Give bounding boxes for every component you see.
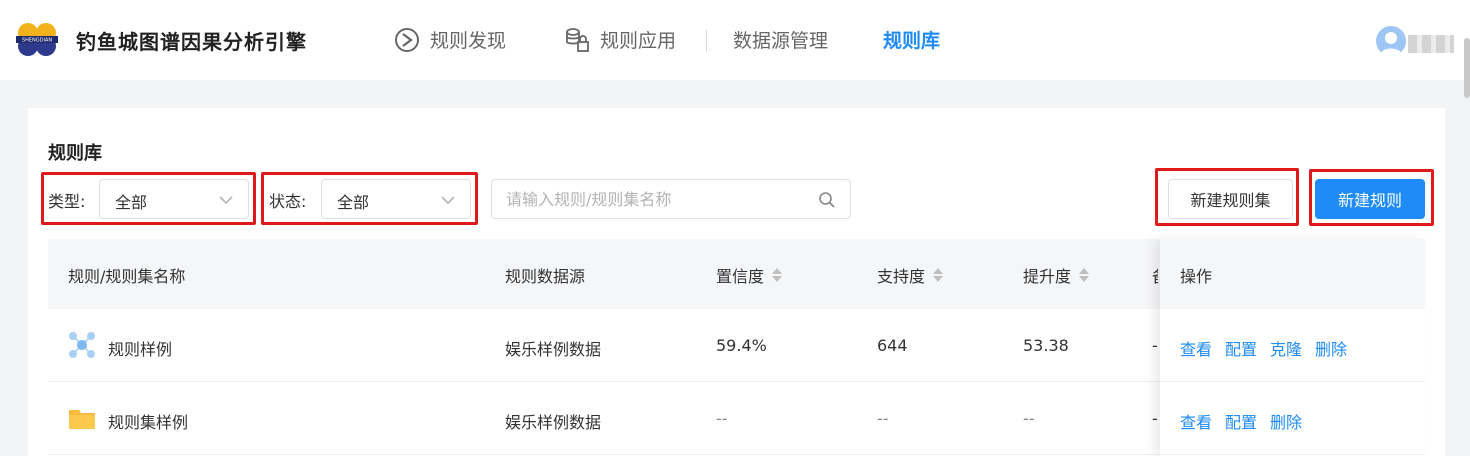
row-confidence: -- xyxy=(716,409,728,428)
rule-node-icon xyxy=(69,332,95,358)
nav-rule-discover[interactable]: 规则发现 xyxy=(394,26,506,53)
col-partial: 备 xyxy=(1152,263,1158,287)
col-lift[interactable]: 提升度 xyxy=(1023,263,1090,287)
nav-rule-library-label: 规则库 xyxy=(883,30,941,52)
type-select[interactable]: 全部 xyxy=(99,179,249,219)
nav-rule-discover-label: 规则发现 xyxy=(430,30,507,52)
actions-column: 操作 查看 配置 克隆 删除 查看 配置 删除 xyxy=(1160,239,1425,456)
col-support[interactable]: 支持度 xyxy=(877,263,944,287)
config-link[interactable]: 配置 xyxy=(1225,336,1257,360)
col-name: 规则/规则集名称 xyxy=(68,267,186,286)
row-name: 规则样例 xyxy=(108,340,173,359)
row-partial: - xyxy=(1152,409,1158,428)
app-title: 钓鱼城图谱因果分析引擎 xyxy=(76,30,307,54)
row-confidence: 59.4% xyxy=(716,336,767,355)
nav-datasource-label: 数据源管理 xyxy=(733,30,829,52)
row-source: 娱乐样例数据 xyxy=(505,340,602,359)
col-actions: 操作 xyxy=(1180,267,1213,286)
view-link[interactable]: 查看 xyxy=(1180,336,1212,360)
status-filter-label: 状态: xyxy=(269,192,307,211)
clone-link[interactable]: 克隆 xyxy=(1270,336,1302,360)
delete-link[interactable]: 删除 xyxy=(1270,409,1302,433)
row-lift: 53.38 xyxy=(1023,336,1069,355)
search-icon[interactable] xyxy=(818,191,836,209)
row-partial: - xyxy=(1152,336,1158,355)
row-support: -- xyxy=(877,409,889,428)
sort-icon[interactable] xyxy=(772,268,783,282)
svg-text:SHENGDIAN: SHENGDIAN xyxy=(22,38,52,44)
status-select[interactable]: 全部 xyxy=(321,179,471,219)
new-rule-button[interactable]: 新建规则 xyxy=(1315,179,1425,219)
type-filter-label: 类型: xyxy=(48,192,86,211)
status-select-value: 全部 xyxy=(337,193,370,212)
search-input[interactable] xyxy=(506,180,806,218)
scrollbar-thumb[interactable] xyxy=(1464,38,1470,98)
chevron-down-icon xyxy=(441,196,455,205)
rule-discover-icon xyxy=(395,27,419,52)
nav-rule-apply[interactable]: 规则应用 xyxy=(564,26,676,53)
actions-header: 操作 xyxy=(1160,239,1425,309)
col-source: 规则数据源 xyxy=(505,267,586,286)
row-source: 娱乐样例数据 xyxy=(505,413,602,432)
nav-rule-library[interactable]: 规则库 xyxy=(883,26,940,53)
nav-rule-apply-label: 规则应用 xyxy=(600,30,677,52)
row-lift: -- xyxy=(1023,409,1035,428)
rule-apply-icon xyxy=(566,27,589,52)
rule-table: 规则/规则集名称 规则数据源 置信度 支持度 提升度 备 xyxy=(48,239,1425,456)
row-actions: 查看 配置 克隆 删除 xyxy=(1160,309,1425,382)
page-title: 规则库 xyxy=(48,143,102,164)
user-avatar-icon[interactable] xyxy=(1376,26,1406,56)
nav-divider xyxy=(706,30,707,52)
delete-link[interactable]: 删除 xyxy=(1315,336,1347,360)
search-box xyxy=(491,179,851,219)
view-link[interactable]: 查看 xyxy=(1180,409,1212,433)
folder-icon xyxy=(69,410,95,429)
col-support-label: 支持度 xyxy=(877,267,926,286)
nav-datasource-manage[interactable]: 数据源管理 xyxy=(733,26,828,53)
row-support: 644 xyxy=(877,336,908,355)
col-confidence[interactable]: 置信度 xyxy=(716,263,783,287)
config-link[interactable]: 配置 xyxy=(1225,409,1257,433)
user-name-blurred[interactable] xyxy=(1408,35,1454,53)
sort-icon[interactable] xyxy=(933,268,944,282)
col-lift-label: 提升度 xyxy=(1023,267,1072,286)
type-select-value: 全部 xyxy=(115,193,148,212)
row-actions: 查看 配置 删除 xyxy=(1160,382,1425,455)
rule-library-panel: 规则库 类型: 全部 状态: 全部 新建规则集 新建规则 规则/规则集名称 规则… xyxy=(28,108,1445,456)
new-rule-set-button[interactable]: 新建规则集 xyxy=(1168,179,1293,219)
col-confidence-label: 置信度 xyxy=(716,267,765,286)
app-logo-icon: SHENGDIAN xyxy=(16,23,58,56)
sort-icon[interactable] xyxy=(1079,268,1090,282)
chevron-down-icon xyxy=(219,196,233,205)
row-name: 规则集样例 xyxy=(108,413,189,432)
top-header: SHENGDIAN 钓鱼城图谱因果分析引擎 规则发现 规则应用 数据源管理 规则… xyxy=(0,0,1470,98)
